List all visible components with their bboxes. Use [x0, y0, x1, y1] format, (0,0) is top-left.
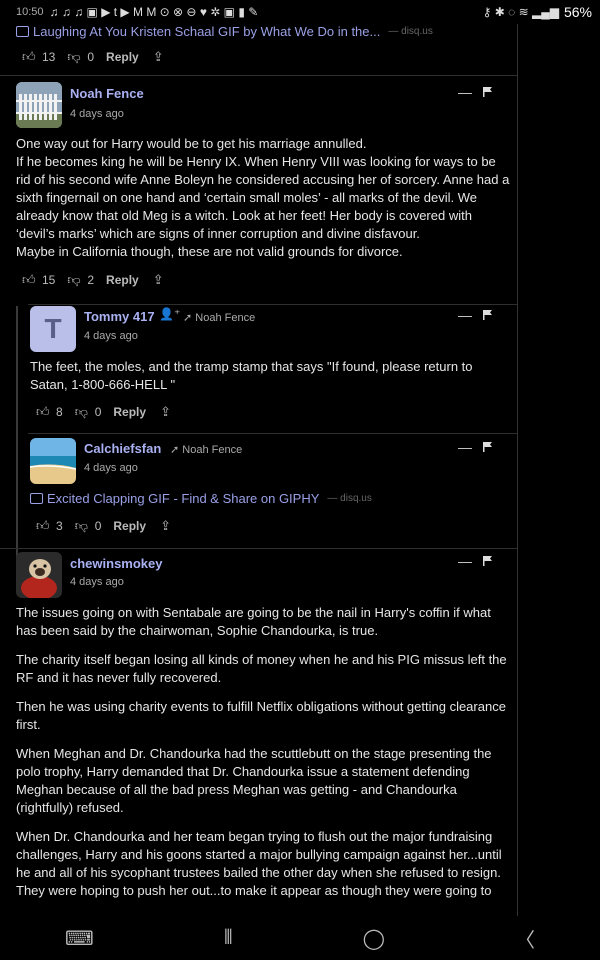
collapse-icon[interactable]: —: [458, 553, 472, 569]
fence-avatar-image: [16, 82, 62, 128]
comment-paragraph: The charity itself began losing all kind…: [16, 652, 507, 685]
comment-actions: 👍︎ 13 👎︎ 0 Reply ⇪: [22, 50, 167, 65]
parent-author[interactable]: Noah Fence: [195, 312, 255, 324]
divider: [0, 548, 517, 549]
avatar[interactable]: T: [30, 306, 76, 352]
comment-actions: 👍︎ 8 👎︎ 0 Reply ⇪: [36, 405, 174, 420]
thumbs-down-icon[interactable]: 👎︎: [67, 273, 81, 287]
share-icon[interactable]: ⇪: [153, 50, 167, 64]
like-count: 3: [56, 519, 63, 533]
collapse-icon[interactable]: —: [458, 439, 472, 455]
comment-body: The feet, the moles, and the tramp stamp…: [30, 359, 473, 392]
avatar-letter: T: [44, 313, 62, 344]
reply-indent-bar: [16, 306, 18, 568]
dislike-count: 0: [94, 519, 102, 533]
divider: [0, 75, 517, 76]
media-source: — disq.us: [388, 26, 433, 37]
divider: [28, 433, 517, 434]
media-link-top[interactable]: Laughing At You Kristen Schaal GIF by Wh…: [16, 24, 433, 39]
thumbs-down-icon[interactable]: 👎︎: [67, 50, 81, 64]
thumbs-up-icon[interactable]: 👍︎: [22, 50, 36, 64]
flag-icon[interactable]: [483, 442, 492, 452]
thumbs-down-icon[interactable]: 👎︎: [75, 405, 89, 419]
comment-paragraph: When Meghan and Dr. Chandourka had the s…: [16, 746, 492, 815]
comment-paragraph: When Dr. Chandourka and her team began t…: [16, 829, 502, 898]
beach-avatar-image: [30, 438, 76, 484]
reply-button[interactable]: Reply: [106, 50, 139, 64]
dislike-count: 0: [87, 50, 95, 64]
media-icon: [30, 493, 43, 504]
comment-time[interactable]: 4 days ago: [70, 576, 124, 588]
comment-time[interactable]: 4 days ago: [84, 330, 138, 342]
recent-apps-icon[interactable]: ⦀: [224, 927, 233, 950]
comment-actions: 👍︎ 3 👎︎ 0 Reply ⇪: [36, 519, 174, 534]
media-icon: [16, 26, 29, 37]
like-count: 13: [42, 50, 56, 64]
dislike-count: 2: [87, 273, 95, 287]
flag-icon[interactable]: [483, 87, 492, 97]
media-link-label[interactable]: Excited Clapping GIF - Find & Share on G…: [47, 491, 319, 506]
comment-time[interactable]: 4 days ago: [84, 462, 138, 474]
share-icon[interactable]: ⇪: [153, 273, 167, 287]
comment-author[interactable]: Calchiefsfan: [84, 441, 161, 456]
media-source: — disq.us: [327, 493, 372, 504]
media-link-label[interactable]: Laughing At You Kristen Schaal GIF by Wh…: [33, 24, 380, 39]
parent-author[interactable]: Noah Fence: [182, 444, 242, 456]
signal-icons: ⚷ ✱ ◌ ≋ ▂▄▆: [482, 5, 559, 19]
avatar[interactable]: [30, 438, 76, 484]
back-icon[interactable]: 〈: [515, 924, 535, 953]
comment-paragraph: Then he was using charity events to fulf…: [16, 699, 506, 732]
like-count: 8: [56, 405, 63, 419]
reply-button[interactable]: Reply: [113, 405, 146, 419]
parent-reference[interactable]: ➚ Noah Fence: [183, 311, 255, 324]
dog-avatar-image: [16, 552, 62, 598]
collapse-icon[interactable]: —: [458, 84, 472, 100]
follow-user-icon[interactable]: 👤⁺: [159, 307, 180, 321]
media-link[interactable]: Excited Clapping GIF - Find & Share on G…: [30, 491, 372, 506]
thumbs-down-icon[interactable]: 👎︎: [75, 519, 89, 533]
comment-time[interactable]: 4 days ago: [70, 108, 124, 120]
home-icon[interactable]: ◯: [363, 926, 385, 951]
status-time: 10:50: [16, 6, 44, 18]
reply-button[interactable]: Reply: [113, 519, 146, 533]
collapse-icon[interactable]: —: [458, 307, 472, 323]
dislike-count: 0: [94, 405, 102, 419]
keyboard-toggle-icon[interactable]: ⌨︎: [65, 926, 94, 951]
reply-button[interactable]: Reply: [106, 273, 139, 287]
comment-thread: Laughing At You Kristen Schaal GIF by Wh…: [0, 24, 518, 916]
parent-reference[interactable]: ➚ Noah Fence: [170, 443, 242, 456]
thumbs-up-icon[interactable]: 👍︎: [36, 405, 50, 419]
status-bar: 10:50 ♫ ♫ ♫ ▣ ▶ t ▶ M M ⊙ ⊗ ⊖ ♥ ✲ ▣ ▮ ✎ …: [0, 0, 600, 24]
battery-level: 56%: [563, 4, 592, 20]
like-count: 15: [42, 273, 56, 287]
android-nav-bar: ⌨︎ ⦀ ◯ 〈: [0, 916, 600, 960]
comment-body: One way out for Harry would be to get hi…: [16, 136, 510, 259]
avatar[interactable]: [16, 82, 62, 128]
comment-body: The issues going on with Sentabale are g…: [16, 604, 510, 911]
thumbs-up-icon[interactable]: 👍︎: [22, 273, 36, 287]
flag-icon[interactable]: [483, 556, 492, 566]
flag-icon[interactable]: [483, 310, 492, 320]
comment-paragraph: The issues going on with Sentabale are g…: [16, 605, 491, 638]
comment-author[interactable]: chewinsmokey: [70, 556, 163, 571]
notification-icons: ♫ ♫ ♫ ▣ ▶ t ▶ M M ⊙ ⊗ ⊖ ♥ ✲ ▣ ▮ ✎: [49, 5, 259, 19]
system-icons: ⚷ ✱ ◌ ≋ ▂▄▆ 56%: [483, 4, 592, 20]
thumbs-up-icon[interactable]: 👍︎: [36, 519, 50, 533]
avatar[interactable]: [16, 552, 62, 598]
comment-author[interactable]: Tommy 417: [84, 309, 155, 324]
comment-actions: 👍︎ 15 👎︎ 2 Reply ⇪: [22, 273, 167, 288]
share-icon[interactable]: ⇪: [160, 405, 174, 419]
comment-author[interactable]: Noah Fence: [70, 86, 144, 101]
share-icon[interactable]: ⇪: [160, 519, 174, 533]
divider: [28, 304, 517, 305]
